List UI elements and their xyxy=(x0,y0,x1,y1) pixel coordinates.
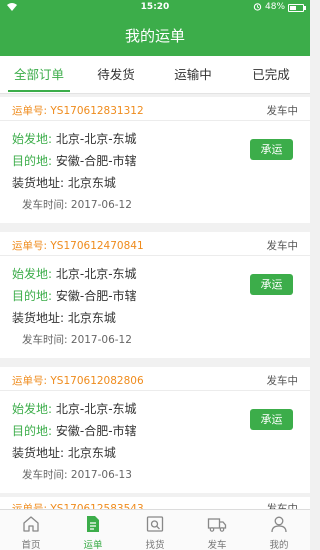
status-bar: 15:20 48% xyxy=(0,0,310,16)
origin-row: 始发地: 北京-北京-东城 xyxy=(12,402,137,416)
accept-shipment-button[interactable]: 承运 xyxy=(250,274,293,295)
tabbar-label: 首页 xyxy=(21,540,41,550)
order-card[interactable]: 运单号: YS170612831312 发车中 始发地: 北京-北京-东城 目的… xyxy=(0,97,310,223)
waybill-number: 运单号: YS170612583543 xyxy=(12,503,144,509)
loading-address-row: 装货地址: 北京东城 xyxy=(12,311,116,325)
order-card[interactable]: 运单号: YS170612470841 发车中 始发地: 北京-北京-东城 目的… xyxy=(0,232,310,358)
battery-tip xyxy=(304,6,306,10)
order-card-header: 运单号: YS170612082806 发车中 xyxy=(0,367,310,391)
tabbar-item-home[interactable]: 首页 xyxy=(0,510,62,550)
accept-shipment-button[interactable]: 承运 xyxy=(250,139,293,160)
accept-shipment-button[interactable]: 承运 xyxy=(250,409,293,430)
departure-time-row: 发车时间: 2017-06-12 xyxy=(22,334,132,346)
order-status: 发车中 xyxy=(266,375,299,387)
tab-completed[interactable]: 已完成 xyxy=(232,56,310,94)
order-status: 发车中 xyxy=(266,503,299,509)
tabbar-label: 找货 xyxy=(145,540,165,550)
user-icon xyxy=(271,516,287,533)
battery-icon xyxy=(288,4,304,12)
tab-all-orders[interactable]: 全部订单 xyxy=(0,56,78,94)
tabbar-item-find-goods[interactable]: 找货 xyxy=(124,510,186,550)
tab-in-transit[interactable]: 运输中 xyxy=(154,56,232,94)
departure-time-row: 发车时间: 2017-06-13 xyxy=(22,469,132,481)
bottom-tab-bar: 首页 运单 找货 发车 我的 xyxy=(0,509,310,550)
tabbar-item-depart[interactable]: 发车 xyxy=(186,510,248,550)
tabbar-label: 运单 xyxy=(83,540,103,550)
order-card[interactable]: 运单号: YS170612082806 发车中 始发地: 北京-北京-东城 目的… xyxy=(0,367,310,493)
tabbar-label: 发车 xyxy=(207,540,227,550)
waybill-number: 运单号: YS170612831312 xyxy=(12,105,144,117)
loading-address-row: 装货地址: 北京东城 xyxy=(12,176,116,190)
waybill-number: 运单号: YS170612470841 xyxy=(12,240,144,252)
tab-pending-shipment[interactable]: 待发货 xyxy=(78,56,154,94)
home-icon xyxy=(23,516,39,532)
active-tab-indicator xyxy=(8,90,70,92)
order-status: 发车中 xyxy=(266,105,299,117)
order-card-partial[interactable]: 运单号: YS170612583543 发车中 xyxy=(0,497,310,509)
find-goods-icon xyxy=(146,516,164,532)
tabbar-item-waybill[interactable]: 运单 xyxy=(62,510,124,550)
order-status: 发车中 xyxy=(266,240,299,252)
document-icon xyxy=(87,516,99,532)
order-card-header: 运单号: YS170612831312 发车中 xyxy=(0,97,310,121)
loading-address-row: 装货地址: 北京东城 xyxy=(12,446,116,460)
truck-icon xyxy=(207,518,227,532)
order-card-header: 运单号: YS170612470841 发车中 xyxy=(0,232,310,256)
tabbar-label: 我的 xyxy=(269,540,289,550)
destination-row: 目的地: 安徽-合肥-市辖 xyxy=(12,289,137,303)
order-tabs: 全部订单 待发货 运输中 已完成 xyxy=(0,56,310,94)
alarm-icon xyxy=(253,2,262,14)
origin-row: 始发地: 北京-北京-东城 xyxy=(12,132,137,146)
departure-time-row: 发车时间: 2017-06-12 xyxy=(22,199,132,211)
battery-percent: 48% xyxy=(265,2,286,12)
tabbar-item-profile[interactable]: 我的 xyxy=(248,510,310,550)
waybill-number: 运单号: YS170612082806 xyxy=(12,375,144,387)
nav-bar: 我的运单 xyxy=(0,16,310,56)
destination-row: 目的地: 安徽-合肥-市辖 xyxy=(12,154,137,168)
page-title: 我的运单 xyxy=(124,27,185,45)
status-time: 15:20 xyxy=(140,2,170,12)
destination-row: 目的地: 安徽-合肥-市辖 xyxy=(12,424,137,438)
origin-row: 始发地: 北京-北京-东城 xyxy=(12,267,137,281)
